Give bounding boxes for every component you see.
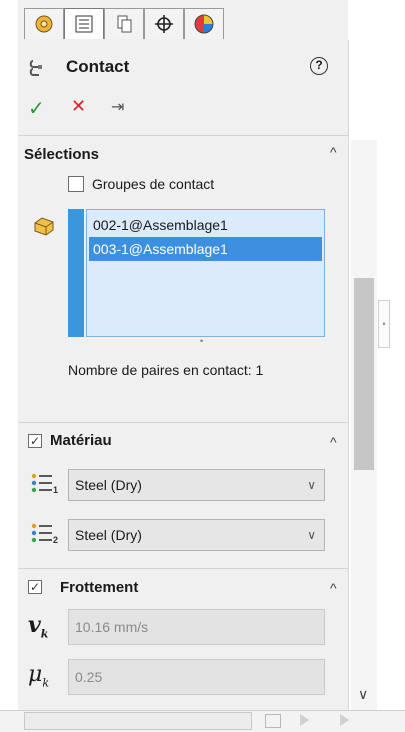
list-resize-handle[interactable]: •: [200, 336, 203, 346]
contact-pairs-count: Nombre de paires en contact: 1: [68, 362, 264, 378]
selection-list-indicator: [68, 209, 84, 337]
selections-section-title: Sélections: [24, 146, 100, 163]
velocity-icon: vk: [28, 612, 49, 641]
scrollbar-thumb[interactable]: [354, 278, 374, 470]
panel-splitter-handle[interactable]: •: [378, 300, 390, 348]
selections-collapse-icon[interactable]: ^: [330, 144, 337, 160]
material-2-select[interactable]: Steel (Dry) ∨: [68, 519, 325, 551]
friction-coefficient-icon: μk: [28, 662, 49, 690]
material-section-title: Matériau: [50, 432, 112, 449]
friction-coefficient-field[interactable]: 0.25: [68, 659, 325, 695]
tab-dimxpert-manager[interactable]: [144, 8, 184, 39]
page-title: Contact: [66, 57, 130, 76]
friction-section-title: Frottement: [60, 579, 139, 596]
contact-groups-label: Groupes de contact: [92, 176, 215, 192]
friction-checkbox[interactable]: [28, 580, 42, 594]
horizontal-scrollbar[interactable]: [24, 712, 252, 730]
tab-property-manager[interactable]: [64, 8, 104, 39]
selection-list[interactable]: 002-1@Assemblage1 003-1@Assemblage1: [86, 209, 325, 337]
play-icon[interactable]: [300, 714, 309, 726]
material-collapse-icon[interactable]: ^: [330, 434, 337, 450]
tab-display-manager[interactable]: [184, 8, 224, 39]
view-icon[interactable]: [265, 714, 281, 728]
list-item[interactable]: 002-1@Assemblage1: [89, 213, 322, 237]
material-2-value: Steel (Dry): [75, 527, 142, 543]
list-item-selected[interactable]: 003-1@Assemblage1: [89, 237, 322, 261]
display-manager-icon: [194, 14, 214, 34]
tab-bar: [18, 0, 348, 40]
chevron-down-icon: ∨: [307, 528, 316, 542]
material-1-icon: 1: [31, 473, 58, 494]
feature-manager-icon: [35, 15, 53, 33]
material-checkbox[interactable]: [28, 434, 42, 448]
svg-text:1: 1: [53, 485, 58, 494]
configuration-manager-icon: [117, 15, 132, 33]
divider: [18, 135, 348, 136]
help-icon[interactable]: ?: [310, 57, 328, 75]
velocity-field[interactable]: 10.16 mm/s: [68, 609, 325, 645]
pin-button[interactable]: ⇥: [111, 97, 124, 117]
material-1-select[interactable]: Steel (Dry) ∨: [68, 469, 325, 501]
chevron-down-icon: ∨: [307, 478, 316, 492]
contact-groups-checkbox[interactable]: [68, 176, 84, 192]
divider: [18, 568, 348, 569]
scroll-down-icon[interactable]: ∨: [358, 686, 368, 703]
next-icon[interactable]: [340, 714, 349, 726]
tab-configuration-manager[interactable]: [104, 8, 144, 39]
dim-xpert-icon: [155, 15, 173, 33]
property-manager-icon: [75, 15, 93, 33]
svg-text:2: 2: [53, 535, 58, 544]
contact-icon: [29, 60, 42, 76]
material-2-icon: 2: [31, 523, 58, 544]
cancel-button[interactable]: ✕: [71, 96, 86, 117]
ok-button[interactable]: ✓: [28, 96, 45, 121]
divider: [18, 422, 348, 423]
friction-collapse-icon[interactable]: ^: [330, 580, 337, 596]
material-1-value: Steel (Dry): [75, 477, 142, 493]
tab-feature-manager[interactable]: [24, 8, 64, 39]
component-icon: [34, 217, 54, 236]
